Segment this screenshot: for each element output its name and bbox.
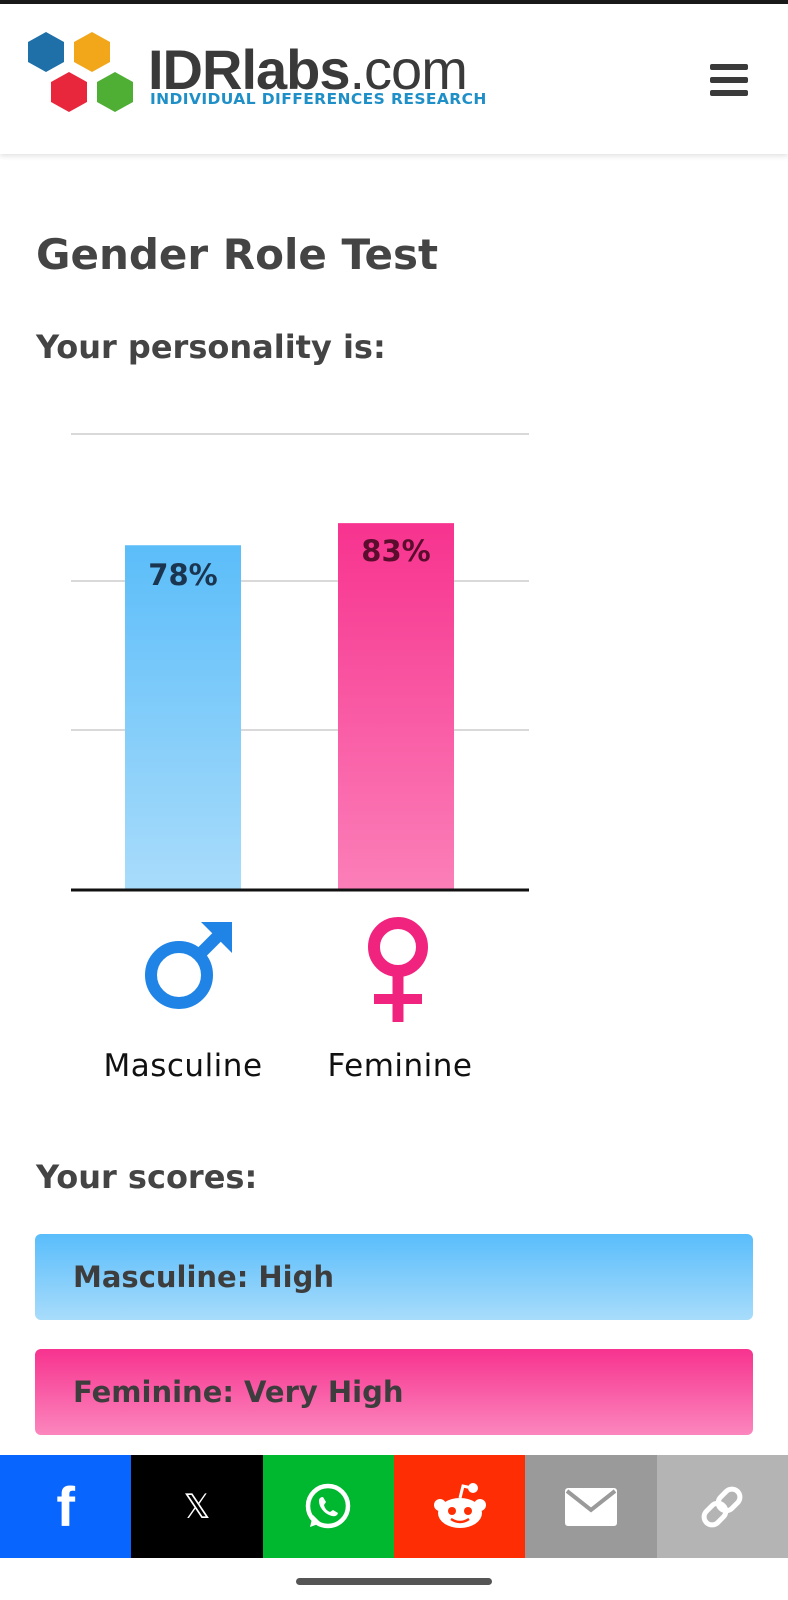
menu-line — [710, 64, 748, 70]
bar-value-label: 78% — [148, 558, 217, 592]
page-title: Gender Role Test — [36, 230, 439, 279]
category-label-masculine: Masculine — [103, 1048, 263, 1084]
hexagon-logo-icon — [28, 32, 133, 112]
chart-bars: 78% 83% — [125, 523, 454, 890]
category-label-feminine: Feminine — [327, 1048, 473, 1084]
bar-feminine — [338, 523, 454, 890]
x-share-button[interactable]: 𝕏 — [131, 1455, 263, 1558]
email-share-button[interactable] — [525, 1455, 657, 1558]
logo-tagline: INDIVIDUAL DIFFERENCES RESEARCH — [150, 90, 487, 108]
home-indicator — [296, 1578, 492, 1585]
score-bar-feminine[interactable]: Feminine: Very High — [35, 1349, 753, 1435]
bar-value-label: 83% — [361, 534, 430, 568]
bar-masculine — [125, 545, 241, 890]
facebook-share-button[interactable]: f — [0, 1455, 132, 1558]
reddit-icon — [433, 1482, 486, 1528]
link-icon — [701, 1486, 743, 1527]
facebook-icon: f — [56, 1475, 75, 1538]
whatsapp-share-button[interactable] — [262, 1455, 394, 1558]
hamburger-icon[interactable] — [704, 60, 748, 100]
x-icon: 𝕏 — [183, 1486, 211, 1527]
copy-link-button[interactable] — [656, 1455, 788, 1558]
menu-line — [710, 90, 748, 96]
result-bar-chart: 78% 83% — [71, 433, 529, 1022]
male-symbol-icon — [145, 922, 232, 1009]
reddit-share-button[interactable] — [393, 1455, 526, 1558]
email-icon — [564, 1487, 617, 1526]
site-logo[interactable]: IDRlabs.com INDIVIDUAL DIFFERENCES RESEA… — [24, 26, 494, 126]
menu-line — [710, 77, 748, 83]
site-header: IDRlabs.com INDIVIDUAL DIFFERENCES RESEA… — [0, 4, 788, 154]
whatsapp-icon — [306, 1483, 351, 1528]
result-subtitle: Your personality is: — [36, 328, 386, 366]
score-bar-masculine[interactable]: Masculine: High — [35, 1234, 753, 1320]
female-symbol-icon — [368, 917, 428, 1022]
page: IDRlabs.com INDIVIDUAL DIFFERENCES RESEA… — [0, 0, 788, 1600]
scores-heading: Your scores: — [36, 1158, 258, 1196]
share-bar: f 𝕏 — [0, 1455, 788, 1558]
